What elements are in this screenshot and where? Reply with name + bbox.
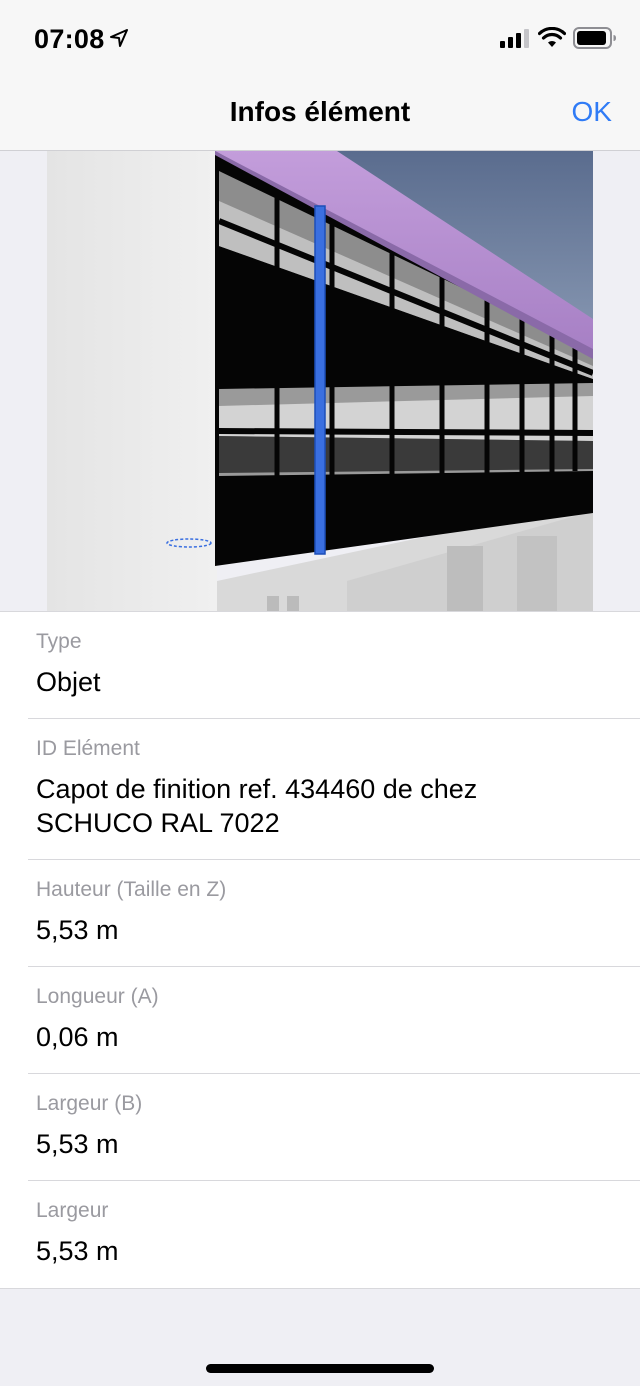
property-row-width: Largeur 5,53 m	[0, 1181, 640, 1288]
wifi-icon	[538, 27, 566, 47]
property-row-id: ID Elément Capot de finition ref. 434460…	[0, 719, 640, 860]
property-value: 5,53 m	[36, 1129, 119, 1159]
property-row-type: Type Objet	[0, 612, 640, 719]
property-value: 5,53 m	[36, 1236, 119, 1266]
element-preview	[0, 151, 640, 611]
properties-list: Type Objet ID Elément Capot de finition …	[0, 611, 640, 1289]
property-label: Largeur	[36, 1199, 109, 1222]
status-bar: 07:08	[0, 0, 640, 80]
status-time: 07:08	[34, 24, 105, 54]
property-value: 5,53 m	[36, 915, 119, 945]
home-indicator	[206, 1364, 434, 1373]
property-label: ID Elément	[36, 737, 140, 760]
building-3d-render	[47, 151, 593, 611]
cellular-signal-icon	[500, 29, 529, 48]
property-value: 0,06 m	[36, 1022, 119, 1052]
property-label: Longueur (A)	[36, 985, 159, 1008]
property-value: Capot de finition ref. 434460 de chez SC…	[36, 774, 478, 838]
navigation-bar: Infos élément OK	[0, 80, 640, 151]
location-arrow-icon	[110, 29, 128, 47]
ok-button[interactable]: OK	[572, 96, 612, 128]
property-label: Type	[36, 630, 82, 653]
property-value: Objet	[36, 667, 101, 697]
property-row-width-b: Largeur (B) 5,53 m	[0, 1074, 640, 1181]
property-label: Largeur (B)	[36, 1092, 143, 1115]
property-row-length: Longueur (A) 0,06 m	[0, 967, 640, 1074]
page-title: Infos élément	[229, 96, 411, 127]
property-label: Hauteur (Taille en Z)	[36, 878, 227, 901]
property-row-height: Hauteur (Taille en Z) 5,53 m	[0, 860, 640, 967]
battery-icon	[573, 27, 616, 49]
